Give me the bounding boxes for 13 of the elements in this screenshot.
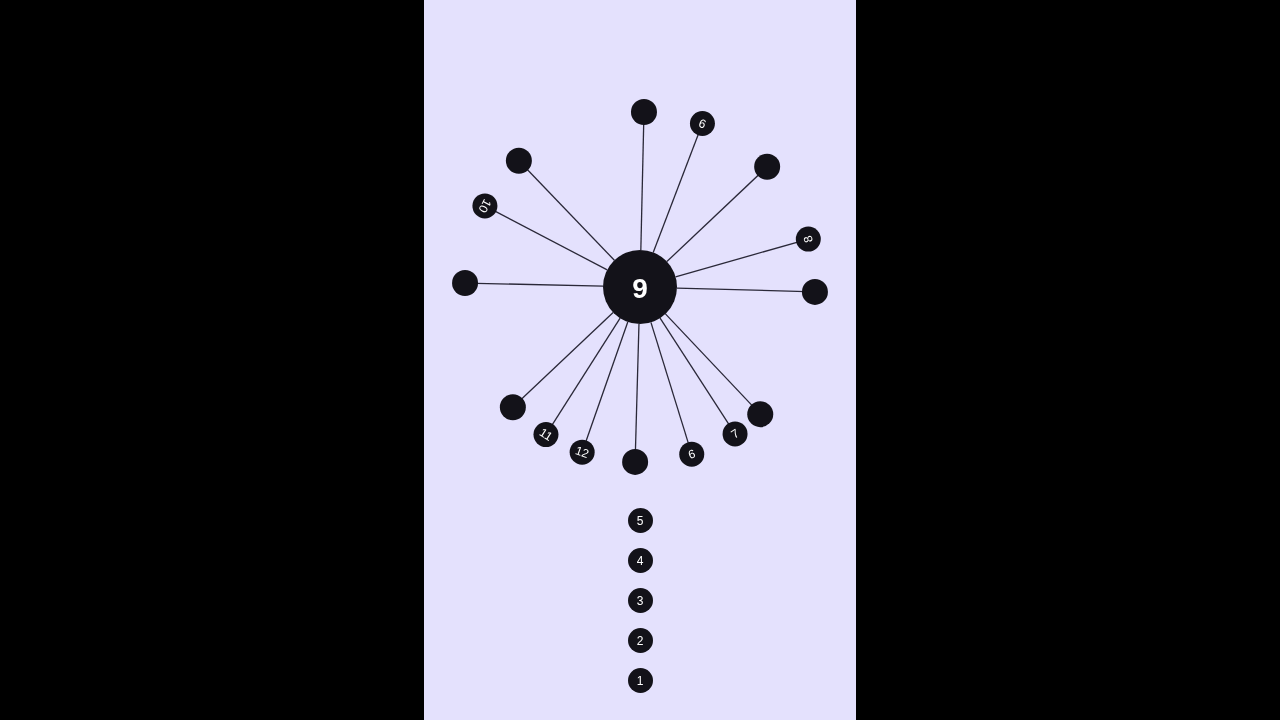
pin-number: 12 xyxy=(573,443,591,461)
pin-number: 9 xyxy=(696,115,709,132)
pin-number: 10 xyxy=(475,196,495,216)
queued-pin: 3 xyxy=(627,588,653,613)
pin-number: 11 xyxy=(536,425,555,444)
queued-pin: 5 xyxy=(627,508,653,533)
queued-pin: 2 xyxy=(627,628,653,653)
queued-pin: 1 xyxy=(627,668,653,693)
queued-pin: 4 xyxy=(627,548,653,573)
pin-number: 8 xyxy=(800,233,816,245)
pin-number: 7 xyxy=(728,426,742,442)
pin-number: 6 xyxy=(686,446,697,462)
hub-number: 9 xyxy=(632,272,648,304)
